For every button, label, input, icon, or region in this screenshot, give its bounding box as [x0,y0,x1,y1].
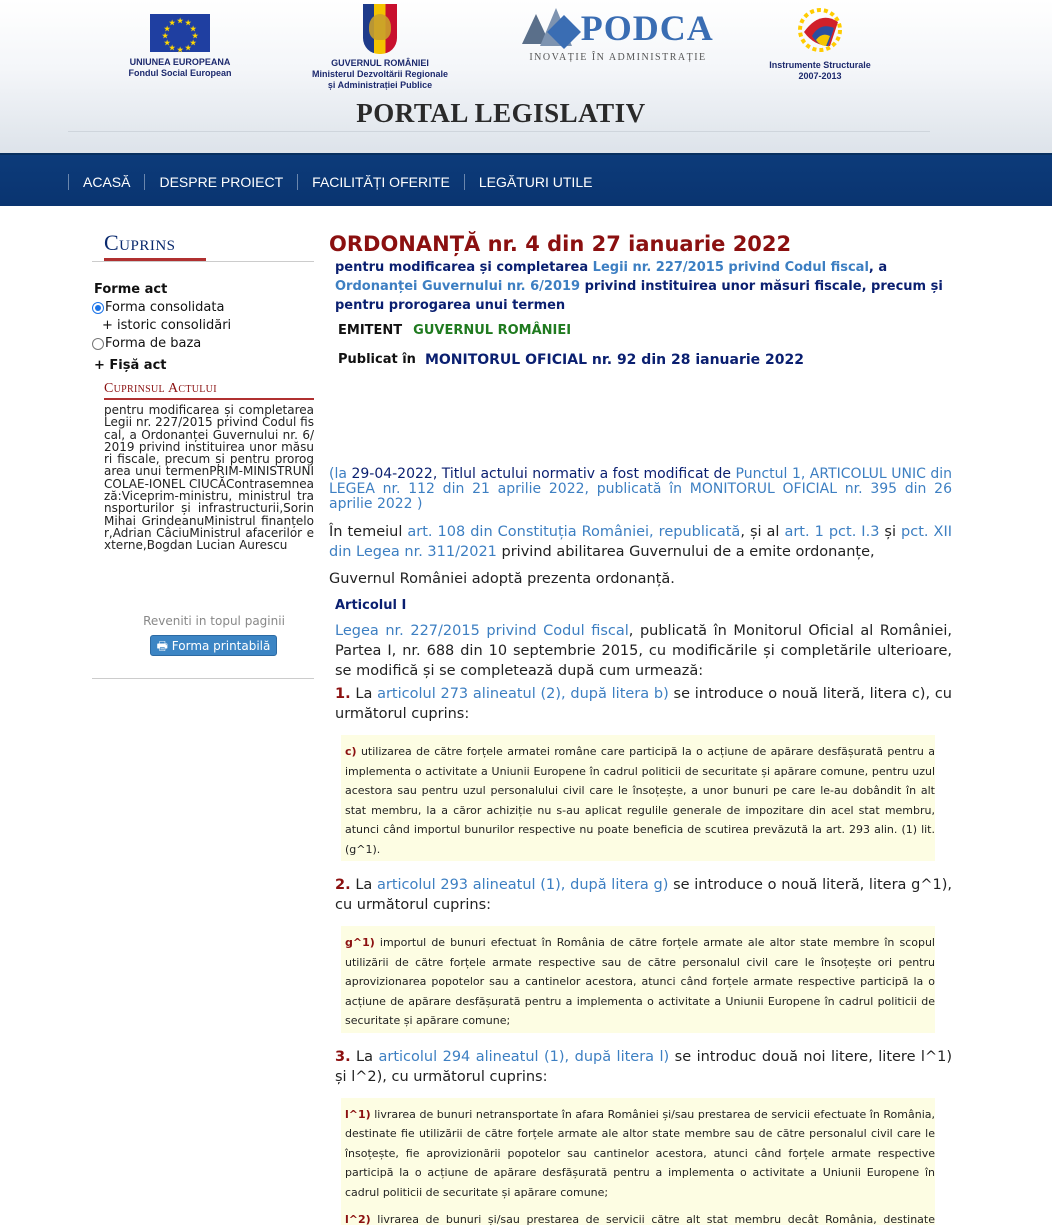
publicat-value: MONITORUL OFICIAL nr. 92 din 28 ianuarie… [424,352,804,368]
cuprinsul-actului-title: Cuprinsul Actului [104,381,217,396]
ro-logo-caption-2: Ministerul Dezvoltării Regionale [311,69,449,79]
point-number: 1. [335,686,351,702]
act-title: ORDONANȚĂ nr. 4 din 27 ianuarie 2022 [329,232,792,256]
sidebar-bottom-divider [92,678,314,679]
quote-text: utilizarea de către forțele armatei româ… [345,745,935,856]
act-content: ORDONANȚĂ nr. 4 din 27 ianuarie 2022 pen… [329,232,952,1225]
point-text: La [350,686,378,702]
nav-item-facilitati-oferite[interactable]: FACILITĂȚI OFERITE [297,173,464,190]
coat-of-arms-icon [363,4,397,54]
link-legea-227[interactable]: Legea nr. 227/2015 privind Codul fiscal [335,623,629,639]
point-2-link[interactable]: articolul 293 alineatul (1), după litera… [377,877,668,893]
temei-paragraph: În temeiul art. 108 din Constituția Româ… [329,522,952,562]
quote-label: l^2) [345,1213,371,1225]
radio-checked-icon[interactable] [92,301,104,314]
podca-name: PODCA [580,7,714,48]
print-button-label: Forma printabilă [171,639,271,653]
quote-block: l^1) livrarea de bunuri netransportate î… [341,1097,935,1204]
link-art-1-pct[interactable]: art. 1 pct. I.3 [784,524,879,540]
cuprinsul-underline [104,398,314,400]
point-number: 2. [335,877,351,893]
quote-label: c) [345,745,357,758]
subtitle-link-legea-227[interactable]: Legii nr. 227/2015 privind Codul fiscal [593,260,869,275]
point-1: 1. La articolul 273 alineatul (2), după … [335,684,952,724]
publicat-row: Publicat în MONITORUL OFICIAL nr. 92 din… [338,352,952,368]
quote-label: l^1) [345,1107,371,1121]
temei-text: În temeiul [329,524,408,540]
point-number: 3. [335,1048,351,1065]
header-divider [68,131,930,132]
article-title: Articolul I [335,598,407,613]
sidebar-title: Cuprins [104,230,176,255]
sidebar-divider [92,261,314,262]
temei-text: și [879,524,902,540]
nav-item-acasa[interactable]: ACASĂ [68,173,144,190]
forma-de-baza-label[interactable]: Forma de baza [105,336,201,351]
is-logo-caption-1: Instrumente Structurale [769,60,871,70]
radio-unchecked-icon[interactable] [92,337,104,350]
ro-logo-caption-1: GUVERNUL ROMÂNIEI [331,58,429,68]
forma-consolidata-option[interactable]: Forma consolidata [92,300,314,315]
print-button[interactable]: 🖶 Forma printabilă [150,635,277,656]
nav-item-despre-proiect[interactable]: DESPRE PROIECT [144,173,297,190]
eu-logo: ★ ★ ★ ★ ★ ★ ★ ★ ★ ★ ★ ★ UNIUNEA EUROPEANA Fondul… [118,14,242,79]
point-3-link[interactable]: articolul 294 alineatul (1), după litera… [378,1049,669,1065]
point-text: La [350,877,377,893]
eu-flag-icon: ★ ★ ★ ★ ★ ★ ★ ★ ★ ★ ★ ★ [150,14,210,54]
note-open: (la [329,466,352,482]
structural-instruments-logo: Instrumente Structurale 2007-2013 [760,2,880,82]
emitent-value: GUVERNUL ROMÂNIEI [413,323,572,338]
portal-title: PORTAL LEGISLATIV [356,98,646,128]
main-nav: ACASĂ DESPRE PROIECT FACILITĂȚI OFERITE … [0,153,1052,206]
point-text: La [350,1048,379,1065]
act-subtitle: pentru modificarea și completarea Legii … [335,258,952,315]
is-logo-caption-2: 2007-2013 [798,71,842,81]
subtitle-text: , a [868,260,888,275]
quote-block: g^1) importul de bunuri efectuat în Româ… [341,926,935,1033]
forma-consolidata-label[interactable]: Forma consolidata [105,300,224,315]
point-3: 3. La articolul 294 alineatul (1), după … [335,1047,952,1087]
link-constitutie[interactable]: art. 108 din Constituția României, repub… [407,524,740,540]
istoric-consolidari-link[interactable]: + istoric consolidări [102,318,314,333]
ro-logo-caption-3: și Administrației Publice [327,80,433,90]
emitent-label: EMITENT [338,323,403,338]
nav-item-legaturi-utile[interactable]: LEGĂTURI UTILE [463,173,607,190]
quote-block: l^2) livrarea de bunuri și/sau prestarea… [341,1204,935,1225]
printer-icon: 🖶 [156,639,168,653]
subtitle-link-og-6[interactable]: Ordonanței Guvernului nr. 6/2019 [335,279,580,294]
quote-text: livrarea de bunuri netransportate în afa… [345,1107,935,1199]
temei-text: , și al [740,524,785,540]
sidebar: Cuprins Forme act Forma consolidata + is… [92,230,314,679]
podca-logo: PODCA INOVAȚIE ÎN ADMINISTRAȚIE [518,6,718,63]
adopta-paragraph: Guvernul României adoptă prezenta ordona… [329,571,675,587]
note-close: ) [412,496,423,512]
publicat-label: Publicat în [338,352,416,367]
eu-logo-caption-1: UNIUNEA EUROPEANA [129,57,231,67]
article-intro: Legea nr. 227/2015 privind Codul fiscal,… [335,621,952,681]
forma-de-baza-option[interactable]: Forma de baza [92,336,314,351]
site-header: ★ ★ ★ ★ ★ ★ ★ ★ ★ ★ ★ ★ UNIUNEA EUROPEANA Fondul… [0,0,1052,153]
quote-text: livrarea de bunuri și/sau prestarea de s… [377,1213,935,1225]
quote-label: g^1) [345,936,375,949]
forme-act-label: Forme act [94,282,168,297]
quote-text: importul de bunuri efectuat în România d… [345,936,935,1027]
note-date: 29-04-2022 [351,466,433,482]
point-2: 2. La articolul 293 alineatul (1), după … [335,875,952,915]
back-to-top-link[interactable]: Reveniti in topul paginii [92,614,314,628]
modification-note: (la 29-04-2022, Titlul actului normativ … [329,467,952,512]
eu-logo-caption-2: Fondul Social European [128,68,232,78]
table-of-contents[interactable]: pentru modificarea și completarea Legii … [104,404,314,592]
subtitle-text: pentru modificarea și completarea [335,260,593,275]
temei-text: privind abilitarea Guvernului de a emite… [496,544,875,560]
quote-block: c) utilizarea de către forțele armatei r… [341,735,935,861]
romanian-government-logo: GUVERNUL ROMÂNIEI Ministerul Dezvoltării… [305,4,455,91]
point-1-link[interactable]: articolul 273 alineatul (2), după litera… [377,686,669,702]
emitent-row: EMITENT GUVERNUL ROMÂNIEI [338,323,952,338]
podca-mark-icon [522,6,582,50]
fisa-act-link[interactable]: + Fișă act [94,358,314,373]
podca-tagline: INOVAȚIE ÎN ADMINISTRAȚIE [529,52,707,63]
note-text: , Titlul actului normativ a fost modific… [432,466,736,482]
structural-instruments-icon [790,2,850,54]
